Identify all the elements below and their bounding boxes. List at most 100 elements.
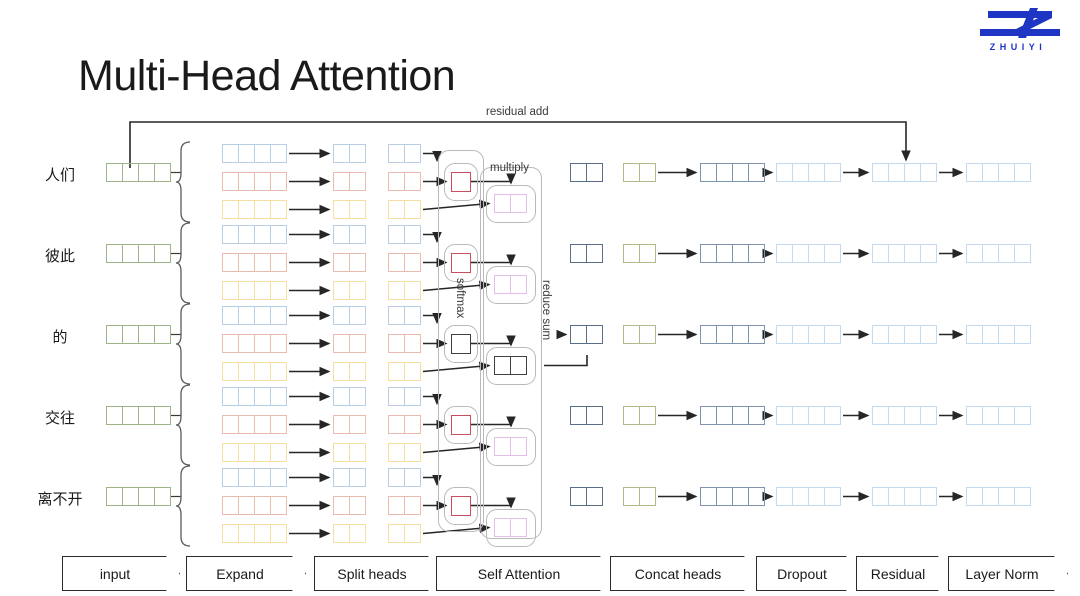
residual-add-label: residual add [486,106,549,118]
concat-input-4 [623,487,656,506]
expand-key-2 [222,334,287,353]
expand-key-1 [222,253,287,272]
input-vector-0 [106,163,171,182]
multiply-label: multiply [490,162,529,174]
split-value-1 [333,281,366,300]
token-label-1: 彼此 [44,248,75,265]
split-key-2 [333,334,366,353]
head-query-0 [388,144,421,163]
split-query-3 [333,387,366,406]
concat-input-0 [623,163,656,182]
stage-self-attention[interactable]: Self Attention [436,556,614,591]
expand-query-3 [222,387,287,406]
softmax-container [438,150,484,532]
concat-output-4 [700,487,765,506]
stage-residual[interactable]: Residual [856,556,952,591]
head-key-3 [388,415,421,434]
expand-key-3 [222,415,287,434]
concat-input-2 [623,325,656,344]
head-value-3 [388,443,421,462]
concat-input-3 [623,406,656,425]
head-query-2 [388,306,421,325]
head-key-2 [388,334,421,353]
head-value-4 [388,524,421,543]
concat-output-1 [700,244,765,263]
expand-query-1 [222,225,287,244]
layernorm-output-4 [966,487,1031,506]
split-value-2 [333,362,366,381]
dropout-output-4 [776,487,841,506]
residual-output-4 [872,487,937,506]
head-value-0 [388,200,421,219]
reduce-sum-container [480,167,542,539]
expand-value-4 [222,524,287,543]
split-query-2 [333,306,366,325]
concat-output-2 [700,325,765,344]
stage-dropout[interactable]: Dropout [756,556,860,591]
expand-key-0 [222,172,287,191]
page-title: Multi-Head Attention [78,52,456,100]
head-query-4 [388,468,421,487]
reduced-sum-1 [570,244,603,263]
dropout-output-3 [776,406,841,425]
logo: ZHUIYI [966,8,1070,58]
input-vector-2 [106,325,171,344]
concat-output-3 [700,406,765,425]
split-value-3 [333,443,366,462]
stage-layer-norm[interactable]: Layer Norm [948,556,1068,591]
head-value-2 [388,362,421,381]
split-key-3 [333,415,366,434]
dropout-output-2 [776,325,841,344]
layernorm-output-0 [966,163,1031,182]
layernorm-output-2 [966,325,1031,344]
head-key-4 [388,496,421,515]
pipeline-ribbon: input Expand Split heads Self Attention Conc… [0,556,1080,596]
expand-value-2 [222,362,287,381]
split-key-0 [333,172,366,191]
layernorm-output-3 [966,406,1031,425]
layernorm-output-1 [966,244,1031,263]
split-value-0 [333,200,366,219]
zhuiyi-mark-icon [980,8,1060,38]
dropout-output-1 [776,244,841,263]
expand-value-1 [222,281,287,300]
token-label-4: 离不开 [37,491,83,508]
reduced-sum-4 [570,487,603,506]
residual-output-1 [872,244,937,263]
input-vector-4 [106,487,171,506]
expand-query-2 [222,306,287,325]
head-key-0 [388,172,421,191]
residual-output-0 [872,163,937,182]
token-label-0: 人们 [44,167,75,184]
split-query-4 [333,468,366,487]
logo-wordmark: ZHUIYI [989,42,1047,52]
token-label-3: 交往 [44,410,75,427]
expand-query-0 [222,144,287,163]
stage-input[interactable]: input [62,556,180,591]
softmax-label: softmax [454,278,466,319]
stage-expand[interactable]: Expand [186,556,306,591]
expand-value-0 [222,200,287,219]
stage-concat-heads[interactable]: Concat heads [610,556,758,591]
head-value-1 [388,281,421,300]
reduced-sum-3 [570,406,603,425]
reduce-sum-label: reduce sum [540,280,552,341]
head-query-3 [388,387,421,406]
expand-value-3 [222,443,287,462]
input-vector-1 [106,244,171,263]
reduced-sum-0 [570,163,603,182]
concat-output-0 [700,163,765,182]
split-key-1 [333,253,366,272]
split-value-4 [333,524,366,543]
split-query-0 [333,144,366,163]
concat-input-1 [623,244,656,263]
split-query-1 [333,225,366,244]
head-key-1 [388,253,421,272]
stage-split-heads[interactable]: Split heads [314,556,442,591]
head-query-1 [388,225,421,244]
reduced-sum-2 [570,325,603,344]
split-key-4 [333,496,366,515]
residual-output-2 [872,325,937,344]
expand-query-4 [222,468,287,487]
residual-output-3 [872,406,937,425]
